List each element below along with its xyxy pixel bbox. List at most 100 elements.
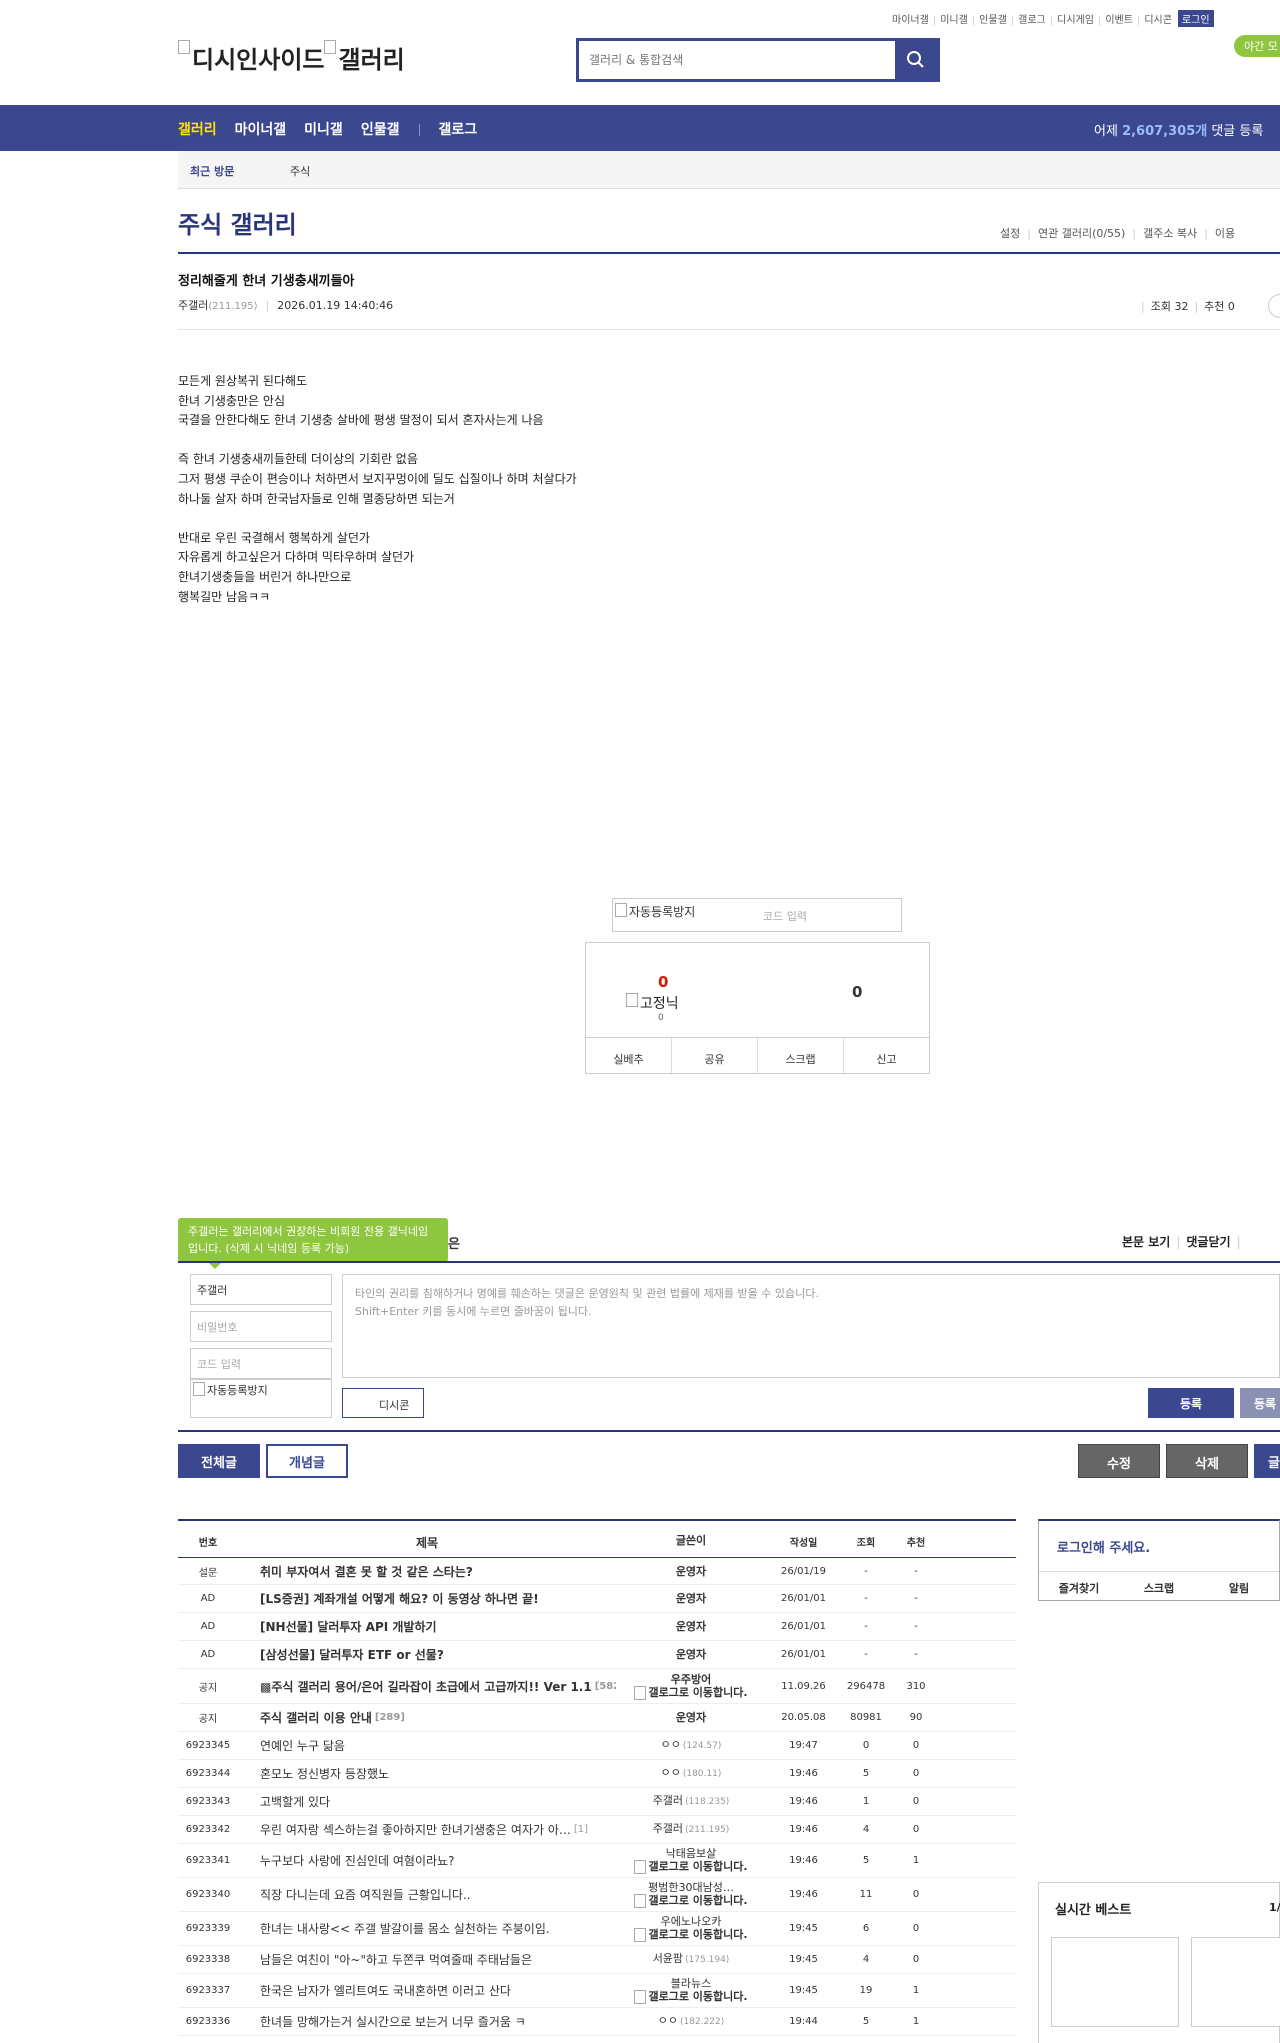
gallog-link[interactable]: 갤로그로 이동합니다. [634, 1860, 748, 1874]
table-row[interactable]: AD [삼성선물] 달러투자 ETF or 선물? 운영자 26/01/01 - - [178, 1641, 1016, 1669]
dccon-button[interactable]: 디시콘 [342, 1388, 424, 1418]
gallog-link[interactable]: 갤로그로 이동합니다. [634, 1928, 748, 1942]
table-row[interactable]: AD [NH선물] 달러투자 API 개발하기 운영자 26/01/01 - - [178, 1613, 1016, 1641]
row-title[interactable]: 직장 다니는데 요즘 여직원들 근황입니다.. [238, 1878, 616, 1911]
concept-posts-button[interactable]: 개념글 [266, 1444, 348, 1478]
row-title[interactable]: 혼모노 정신병자 등장했노 [238, 1760, 616, 1787]
top-menu-dccon[interactable]: 디시콘 [1144, 11, 1172, 26]
row-writer[interactable]: 운영자 [616, 1613, 766, 1640]
recent-item-stock[interactable]: 주식 [290, 163, 310, 179]
row-title-text[interactable]: [NH선물] 달러투자 API 개발하기 [260, 1618, 437, 1635]
row-title-text[interactable]: [삼성선물] 달러투자 ETF or 선물? [260, 1646, 444, 1663]
copy-address[interactable]: 갤주소 복사 [1143, 227, 1197, 240]
row-writer[interactable]: 운영자 [616, 1641, 766, 1668]
table-row[interactable]: 6923345 연예인 누구 닮음 ㅇㅇ (124.57) 19:47 0 0 [178, 1732, 1016, 1760]
row-title-text[interactable]: 취미 부자여서 결혼 못 할 것 같은 스타는? [260, 1563, 473, 1580]
write-button[interactable]: 글 [1254, 1444, 1280, 1478]
favorites-link[interactable]: 즐겨찾기 [1039, 1572, 1119, 1601]
row-writer-name[interactable]: 서윤팜 [653, 1952, 683, 1965]
report-button[interactable]: 신고 [844, 1038, 929, 1073]
comment-jump-button[interactable] [1268, 294, 1280, 318]
row-title-text[interactable]: 우린 여자랑 섹스하는걸 좋아하지만 한녀기생충은 여자가 아… [260, 1821, 571, 1838]
row-title[interactable]: 주식 갤러리 이용 안내 [289] [238, 1704, 616, 1731]
row-title-text[interactable]: 한녀들 망해가는거 실시간으로 보는거 너무 즐거움 ㅋ [260, 2013, 526, 2030]
row-writer[interactable]: 서윤팜 (175.194) [616, 1946, 766, 1973]
row-writer-name[interactable]: 우주방어 [671, 1673, 711, 1686]
row-title[interactable]: 누구보다 사랑에 진심인데 여혐이라뇨? [238, 1844, 616, 1877]
share-button[interactable]: 공유 [672, 1038, 758, 1073]
row-writer[interactable]: ㅇㅇ (124.57) [616, 1732, 766, 1759]
table-row[interactable]: 6923340 직장 다니는데 요즘 여직원들 근황입니다.. 평범한30대남성… 갤… [178, 1878, 1016, 1912]
table-row[interactable]: 6923342 우린 여자랑 섹스하는걸 좋아하지만 한녀기생충은 여자가 아…[… [178, 1816, 1016, 1844]
gallog-link[interactable]: 갤로그로 이동합니다. [634, 1685, 748, 1700]
row-title[interactable]: [삼성선물] 달러투자 ETF or 선물? [238, 1641, 616, 1668]
edit-button[interactable]: 수정 [1078, 1444, 1160, 1478]
row-title[interactable]: 남들은 여친이 "아~"하고 두쫀쿠 먹여줄때 주태남들은 [238, 1946, 616, 1973]
delete-button[interactable]: 삭제 [1166, 1444, 1248, 1478]
gnb-mini[interactable]: 미니갤 [304, 122, 343, 138]
row-title-text[interactable]: 직장 다니는데 요즘 여직원들 근황입니다.. [260, 1886, 471, 1903]
table-row[interactable]: 6923337 한국은 남자가 엘리트여도 국내혼하면 이러고 산다 블라뉴스 갤로그… [178, 1974, 1016, 2008]
table-row[interactable]: 공지 주식 갤러리 이용 안내 [289] 운영자 20.05.08 80981 90 [178, 1704, 1016, 1732]
row-writer-name[interactable]: 낙태음보살 [666, 1847, 717, 1860]
comment-textarea[interactable]: 타인의 권리를 침해하거나 명예를 훼손하는 댓글은 운영원칙 및 관련 법률에… [342, 1274, 1280, 1378]
row-writer-name[interactable]: 운영자 [676, 1592, 706, 1605]
login-button[interactable]: 로그인 [1177, 10, 1214, 27]
gallery-title[interactable]: 주식 갤러리 [178, 205, 297, 240]
row-writer-name[interactable]: 주갤러 [653, 1822, 683, 1835]
usage[interactable]: 이용 [1215, 227, 1235, 240]
search-button[interactable] [895, 41, 937, 79]
row-writer[interactable]: 우에노나오카 갤로그로 이동합니다. [616, 1912, 766, 1945]
notification-link[interactable]: 알림 [1199, 1572, 1279, 1601]
gnb-gallery[interactable]: 갤러리 [178, 122, 217, 138]
row-title[interactable]: [LS증권] 계좌개설 어떻게 해요? 이 동영상 하나면 끝! [238, 1585, 616, 1612]
row-title-text[interactable]: 남들은 여친이 "아~"하고 두쫀쿠 먹여줄때 주태남들은 [260, 1951, 532, 1968]
table-row[interactable]: 6923338 남들은 여친이 "아~"하고 두쫀쿠 먹여줄때 주태남들은 서윤팜(… [178, 1946, 1016, 1974]
row-title-text[interactable]: 한녀는 내사랑<< 주갤 발갈이를 몸소 실천하는 주붕이임. [260, 1920, 550, 1937]
table-row[interactable]: 설문 취미 부자여서 결혼 못 할 것 같은 스타는? 운영자 26/01/19 - - [178, 1558, 1016, 1585]
scrap-button[interactable]: 스크랩 [758, 1038, 844, 1073]
scrap-link[interactable]: 스크랩 [1119, 1572, 1199, 1601]
related-galleries[interactable]: 연관 갤러리(0/55) [1038, 227, 1125, 240]
row-writer-name[interactable]: 운영자 [676, 1620, 706, 1633]
row-writer[interactable]: 평범한30대남성… 갤로그로 이동합니다. [616, 1878, 766, 1911]
row-writer[interactable]: 운영자 [616, 1585, 766, 1612]
fixed-nick-vote[interactable]: 고정닉 [626, 993, 679, 1013]
gnb-person[interactable]: 인물갤 [361, 122, 400, 138]
row-writer[interactable]: ㅇㅇ (182.222) [616, 2008, 766, 2035]
gallog-link[interactable]: 갤로그로 이동합니다. [634, 1894, 748, 1908]
comment-nickname-field[interactable]: 주갤러 [190, 1274, 332, 1305]
row-comment-count[interactable]: [1] [574, 1824, 588, 1835]
row-writer[interactable]: 운영자 [616, 1704, 766, 1731]
row-title[interactable]: [NH선물] 달러투자 API 개발하기 [238, 1613, 616, 1640]
row-title-text[interactable]: ▩주식 갤러리 용어/은어 길라잡이 초급에서 고급까지!! Ver 1.1 [260, 1678, 592, 1695]
row-writer[interactable]: 주갤러 (211.195) [616, 1816, 766, 1843]
search-input[interactable] [579, 41, 897, 79]
row-writer-name[interactable]: ㅇㅇ [658, 2014, 678, 2027]
row-writer-name[interactable]: 운영자 [676, 1565, 706, 1578]
close-comments-button[interactable]: 댓글닫기 [1186, 1235, 1230, 1249]
row-title-text[interactable]: 연예인 누구 닮음 [260, 1737, 345, 1754]
comment-password-field[interactable]: 비밀번호 [190, 1311, 332, 1342]
row-writer-name[interactable]: ㅇㅇ [661, 1766, 681, 1779]
view-body-button[interactable]: 본문 보기 [1122, 1235, 1170, 1249]
row-writer-name[interactable]: 운영자 [676, 1711, 706, 1724]
row-title[interactable]: 한녀는 내사랑<< 주갤 발갈이를 몸소 실천하는 주붕이임. [238, 1912, 616, 1945]
row-title-text[interactable]: 고백할게 있다 [260, 1793, 330, 1810]
row-writer-name[interactable]: 주갤러 [653, 1794, 683, 1807]
gnb-gallog[interactable]: 갤로그 [438, 122, 477, 138]
comment-code-field[interactable]: 코드 입력 [190, 1348, 332, 1379]
gallery-settings[interactable]: 설정 [1000, 227, 1020, 240]
row-writer[interactable]: 블라뉴스 갤로그로 이동합니다. [616, 1974, 766, 2007]
table-row[interactable]: 6923339 한녀는 내사랑<< 주갤 발갈이를 몸소 실천하는 주붕이임. 우에… [178, 1912, 1016, 1946]
logo[interactable]: 디시인사이드 갤러리 [178, 40, 405, 75]
row-writer-name[interactable]: 블라뉴스 [671, 1977, 711, 1990]
side-login-title[interactable]: 로그인해 주세요. [1057, 1537, 1150, 1556]
row-writer[interactable]: ㅇㅇ (180.11) [616, 1760, 766, 1787]
comment-register-button[interactable]: 등록 [1148, 1388, 1234, 1418]
best-thumbnail[interactable] [1191, 1937, 1280, 2027]
row-writer[interactable]: 우주방어 갤로그로 이동합니다. [616, 1669, 766, 1703]
row-writer-name[interactable]: 운영자 [676, 1648, 706, 1661]
row-comment-count[interactable]: [289] [375, 1712, 405, 1723]
row-title[interactable]: 한녀들 망해가는거 실시간으로 보는거 너무 즐거움 ㅋ [238, 2008, 616, 2035]
